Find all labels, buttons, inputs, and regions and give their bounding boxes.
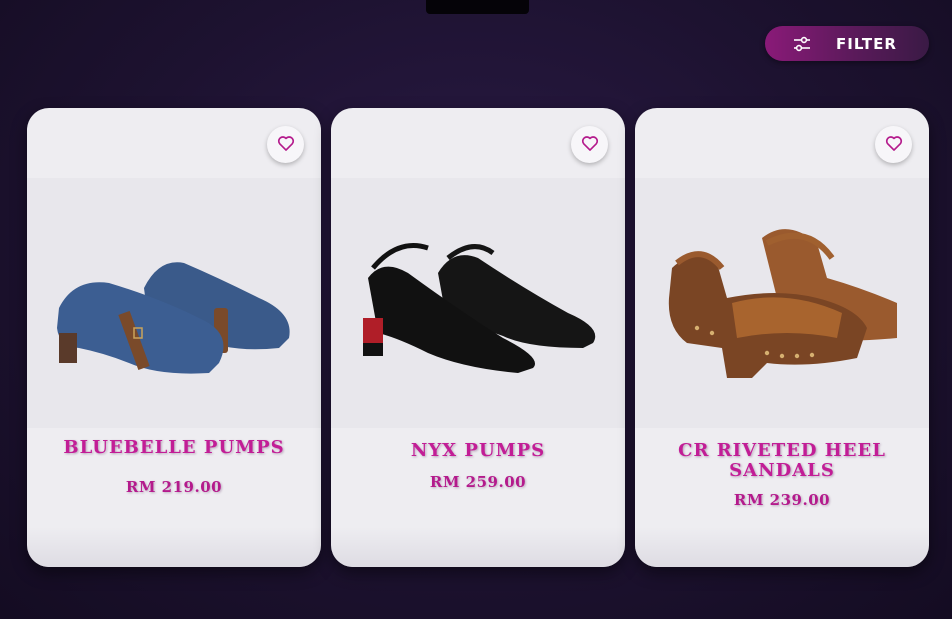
product-price: RM 259.00 bbox=[429, 473, 527, 491]
heart-icon bbox=[580, 133, 600, 157]
top-bar-handle bbox=[426, 0, 529, 14]
card-footer bbox=[27, 527, 321, 567]
product-card-cr-riveted[interactable]: CR RIVETED HEEL SANDALS RM 239.00 bbox=[635, 108, 929, 567]
product-image bbox=[57, 262, 290, 374]
product-price: RM 239.00 bbox=[733, 491, 831, 509]
product-title[interactable]: NYX PUMPS bbox=[351, 441, 605, 461]
heart-icon bbox=[884, 133, 904, 157]
product-title[interactable]: CR RIVETED HEEL SANDALS bbox=[655, 441, 909, 481]
product-image bbox=[363, 243, 596, 373]
favorite-button[interactable] bbox=[571, 126, 608, 163]
product-image bbox=[668, 229, 897, 378]
card-footer bbox=[331, 527, 625, 567]
heart-icon bbox=[276, 133, 296, 157]
favorite-button[interactable] bbox=[875, 126, 912, 163]
product-price: RM 219.00 bbox=[125, 478, 223, 496]
product-card-bluebelle[interactable]: BLUEBELLE PUMPS RM 219.00 bbox=[27, 108, 321, 567]
filter-button[interactable]: FILTER bbox=[765, 26, 929, 61]
filter-label: FILTER bbox=[836, 34, 897, 53]
product-title[interactable]: BLUEBELLE PUMPS bbox=[47, 438, 301, 458]
favorite-button[interactable] bbox=[267, 126, 304, 163]
card-footer bbox=[635, 527, 929, 567]
sliders-icon bbox=[792, 34, 812, 54]
product-card-nyx[interactable]: NYX PUMPS RM 259.00 bbox=[331, 108, 625, 567]
